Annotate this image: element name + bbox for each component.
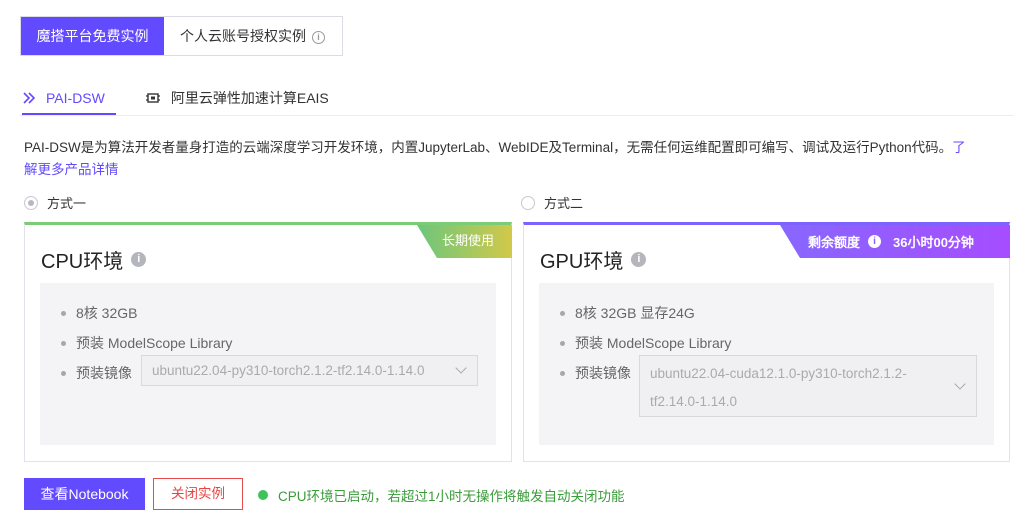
bullet-icon	[61, 310, 66, 316]
spec-text: 预装 ModelScope Library	[575, 335, 732, 351]
bullet-icon	[560, 310, 565, 316]
status-text: CPU环境已启动，若超过1小时无操作将触发自动关闭功能	[278, 489, 625, 504]
long-term-badge: 长期使用	[417, 225, 512, 258]
instance-type-tabs: 魔搭平台免费实例 个人云账号授权实例 i	[20, 16, 343, 56]
option-1-label: 方式一	[47, 196, 87, 211]
spec-item: 8核 32GB 显存24G	[560, 303, 695, 323]
tab-pai-dsw-label: PAI-DSW	[46, 90, 105, 106]
radio-unselected-indicator	[521, 195, 535, 210]
spec-item: 预装镜像	[560, 363, 631, 383]
option-1-radio[interactable]: 方式一	[24, 193, 86, 212]
bullet-icon	[560, 340, 565, 346]
status-dot-icon	[258, 490, 268, 500]
tab-eais-label: 阿里云弹性加速计算EAIS	[170, 90, 329, 106]
info-icon[interactable]: i	[312, 31, 325, 44]
quota-value: 36小时00分钟	[893, 235, 974, 250]
cpu-title-text: CPU环境	[41, 251, 124, 273]
tab-personal-cloud-instance[interactable]: 个人云账号授权实例 i	[164, 17, 342, 55]
gpu-card-title: GPU环境 i	[540, 245, 647, 274]
bullet-icon	[61, 370, 66, 376]
spec-text: 8核 32GB	[76, 305, 138, 321]
tabs-divider	[20, 115, 1014, 116]
chip-icon	[145, 93, 160, 103]
info-icon[interactable]: i	[131, 252, 147, 267]
tab-pai-dsw[interactable]: PAI-DSW	[22, 86, 105, 110]
remaining-quota-badge: 剩余额度 i 36小时00分钟	[780, 225, 1010, 258]
radio-selected-indicator	[24, 195, 38, 210]
bullet-icon	[61, 340, 66, 346]
learn-more-link-part1: 了	[952, 140, 966, 155]
spec-item: 预装 ModelScope Library	[61, 333, 232, 353]
cpu-card-title: CPU环境 i	[41, 245, 147, 274]
image-label: 预装镜像	[575, 365, 631, 381]
notebook-launch-panel: 魔搭平台免费实例 个人云账号授权实例 i PAI-DSW 阿里云弹性加速计算EAI…	[0, 0, 1034, 530]
image-label: 预装镜像	[76, 365, 132, 381]
spec-text: 预装 ModelScope Library	[76, 335, 233, 351]
gpu-title-text: GPU环境	[540, 251, 624, 273]
quota-label: 剩余额度	[808, 235, 861, 250]
gpu-spec-panel: 8核 32GB 显存24G 预装 ModelScope Library 预装镜像…	[539, 283, 994, 445]
option-2-radio[interactable]: 方式二	[521, 193, 583, 212]
spec-item: 8核 32GB	[61, 303, 137, 323]
active-tab-indicator	[22, 113, 116, 115]
info-icon[interactable]: i	[631, 252, 647, 267]
gpu-image-select[interactable]: ubuntu22.04-cuda12.1.0-py310-torch2.1.2-…	[639, 355, 977, 417]
gpu-environment-card[interactable]: 剩余额度 i 36小时00分钟 GPU环境 i 8核 32GB 显存24G 预装 …	[523, 222, 1010, 462]
cpu-spec-panel: 8核 32GB 预装 ModelScope Library 预装镜像 ubunt…	[40, 283, 496, 445]
info-icon[interactable]: i	[868, 235, 882, 248]
cpu-environment-card[interactable]: 长期使用 CPU环境 i 8核 32GB 预装 ModelScope Librar…	[24, 222, 512, 462]
close-instance-button[interactable]: 关闭实例	[153, 478, 243, 510]
pai-dsw-icon	[23, 92, 36, 104]
instance-status: CPU环境已启动，若超过1小时无操作将触发自动关闭功能	[258, 485, 625, 505]
chevron-down-icon	[455, 362, 467, 374]
spec-item: 预装 ModelScope Library	[560, 333, 731, 353]
cpu-image-select[interactable]: ubuntu22.04-py310-torch2.1.2-tf2.14.0-1.…	[141, 355, 478, 386]
description-text: PAI-DSW是为算法开发者量身打造的云端深度学习开发环境，内置JupyterL…	[24, 140, 953, 155]
view-notebook-button[interactable]: 查看Notebook	[24, 478, 145, 510]
learn-more-link-part2: 解更多产品详情	[24, 162, 119, 177]
product-description: PAI-DSW是为算法开发者量身打造的云端深度学习开发环境，内置JupyterL…	[24, 137, 1008, 181]
spec-item: 预装镜像	[61, 363, 132, 383]
spec-text: 8核 32GB 显存24G	[575, 305, 695, 321]
tab-personal-cloud-label: 个人云账号授权实例	[180, 28, 306, 44]
option-2-label: 方式二	[544, 196, 584, 211]
bullet-icon	[560, 370, 565, 376]
tab-eais[interactable]: 阿里云弹性加速计算EAIS	[145, 86, 329, 110]
cpu-image-value: ubuntu22.04-py310-torch2.1.2-tf2.14.0-1.…	[152, 363, 425, 378]
tab-modelscope-free-instance[interactable]: 魔搭平台免费实例	[21, 17, 164, 55]
gpu-image-value-line1: ubuntu22.04-cuda12.1.0-py310-torch2.1.2-	[650, 366, 907, 381]
gpu-image-value-line2: tf2.14.0-1.14.0	[650, 394, 738, 409]
